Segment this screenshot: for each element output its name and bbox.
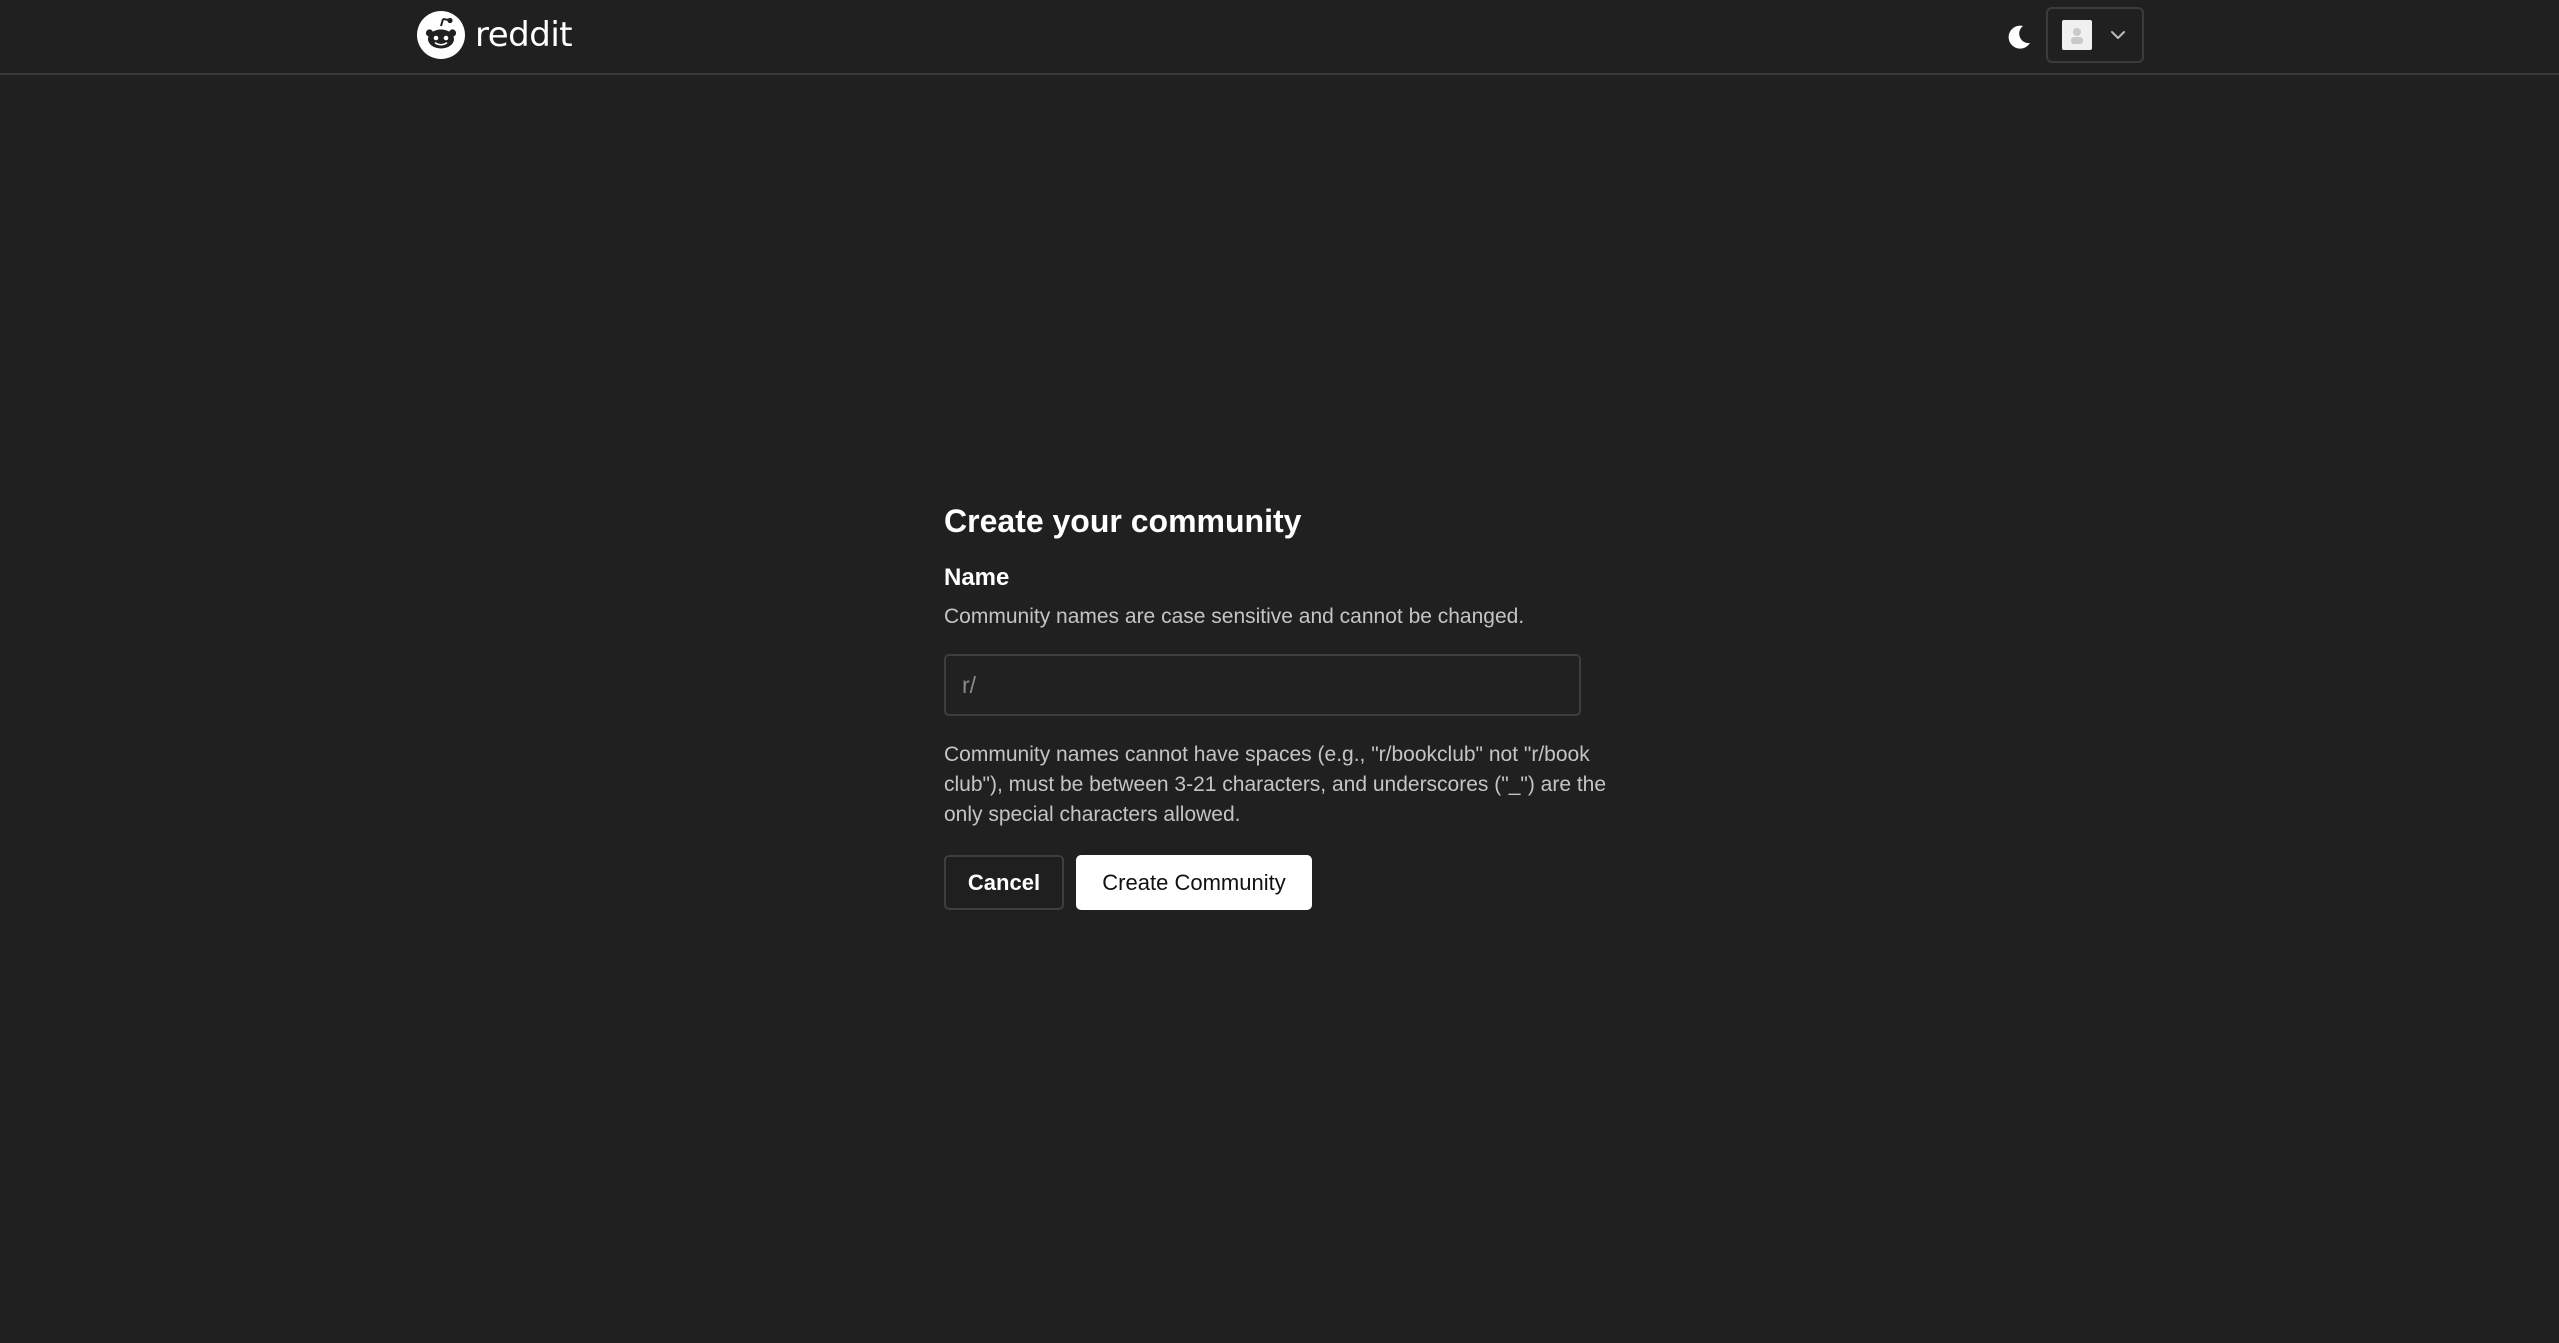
- logo-text: reddit: [475, 15, 573, 55]
- page: reddit Create your community Name Commun…: [0, 0, 2559, 1343]
- chevron-down-icon: [2111, 31, 2125, 39]
- cancel-button[interactable]: Cancel: [944, 855, 1064, 910]
- name-help-text: Community names are case sensitive and c…: [944, 605, 1525, 628]
- moon-icon: [2008, 25, 2030, 49]
- reddit-logo-icon: [417, 11, 465, 59]
- top-header: reddit: [0, 0, 2559, 75]
- user-menu-button[interactable]: [2046, 7, 2144, 63]
- name-label: Name: [944, 564, 1010, 591]
- name-rules-text: Community names cannot have spaces (e.g.…: [944, 743, 1607, 826]
- create-community-form: Create your community Name Community nam…: [944, 498, 1624, 910]
- form-actions: Cancel Create Community: [944, 855, 1624, 910]
- create-community-button[interactable]: Create Community: [1076, 855, 1312, 910]
- avatar-icon: [2062, 20, 2092, 50]
- community-name-input[interactable]: [944, 654, 1581, 716]
- theme-toggle-button[interactable]: [2000, 18, 2038, 56]
- reddit-logo-link[interactable]: reddit: [417, 10, 573, 60]
- page-title: Create your community: [944, 503, 1302, 539]
